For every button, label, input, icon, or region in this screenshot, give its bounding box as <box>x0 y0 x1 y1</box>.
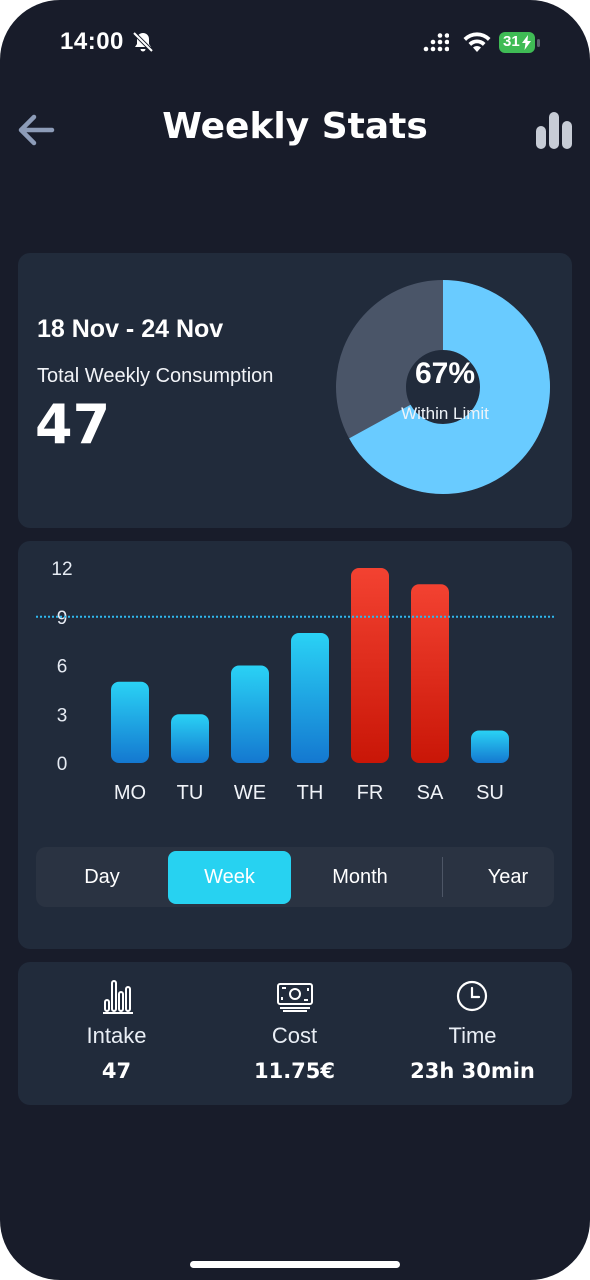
summary-card: 18 Nov - 24 Nov Total Weekly Consumption… <box>18 253 572 528</box>
metric-time: Time 23h 30min <box>380 962 565 1105</box>
period-year[interactable]: Year <box>446 851 570 904</box>
home-indicator[interactable] <box>190 1261 400 1268</box>
bell-muted-icon <box>132 31 154 53</box>
bar-mo[interactable] <box>111 681 149 763</box>
bar-chart-icon <box>103 980 133 1014</box>
period-month[interactable]: Month <box>295 851 425 904</box>
total-consumption: 47 <box>35 393 111 456</box>
bar-fr[interactable] <box>351 568 389 763</box>
period-day[interactable]: Day <box>40 851 164 904</box>
x-tick-label: TU <box>177 782 204 804</box>
donut-label: Within Limit <box>401 404 489 423</box>
wifi-icon <box>463 32 491 52</box>
x-tick-label: FR <box>357 782 384 804</box>
metric-cost-value: 11.75€ <box>253 1059 336 1083</box>
bar-th[interactable] <box>291 633 329 763</box>
x-tick-label: SA <box>417 782 444 804</box>
metric-cost-label: Cost <box>271 1023 318 1048</box>
metric-intake: Intake 47 <box>24 962 209 1105</box>
charging-bolt-icon <box>522 35 531 50</box>
signal-icon <box>423 33 449 52</box>
metric-time-label: Time <box>448 1023 497 1048</box>
donut-percent: 67% <box>414 357 476 390</box>
x-tick-label: TH <box>297 782 324 804</box>
stats-icon[interactable] <box>535 110 573 150</box>
date-range: 18 Nov - 24 Nov <box>37 315 224 343</box>
metric-intake-label: Intake <box>86 1023 147 1048</box>
bar-we[interactable] <box>231 665 269 764</box>
y-tick-label: 3 <box>57 705 68 726</box>
metrics-card: Intake 47 Cost 11.75€ Time 23h 30min <box>18 962 572 1105</box>
segment-divider <box>442 857 443 897</box>
phone-screen: 14:00 31 Weekly Stats 18 Nov - 24 Nov To… <box>0 0 590 1280</box>
bar-su[interactable] <box>471 730 509 764</box>
metric-intake-value: 47 <box>101 1059 132 1083</box>
money-icon <box>277 983 313 1012</box>
x-tick-label: WE <box>234 782 266 804</box>
bar-sa[interactable] <box>411 584 449 763</box>
y-tick-label: 12 <box>51 559 72 580</box>
x-tick-label: MO <box>114 782 146 804</box>
y-tick-label: 9 <box>57 608 68 629</box>
clock-icon <box>456 980 488 1012</box>
summary-subtitle: Total Weekly Consumption <box>37 365 274 387</box>
status-time: 14:00 <box>60 28 124 55</box>
period-week[interactable]: Week <box>168 851 291 904</box>
metric-time-value: 23h 30min <box>410 1059 535 1083</box>
y-tick-label: 0 <box>57 754 68 775</box>
period-selector: Day Week Month Year <box>36 847 554 907</box>
page-title: Weekly Stats <box>162 106 428 147</box>
bar-tu[interactable] <box>171 714 209 763</box>
status-bar: 14:00 31 <box>0 0 590 90</box>
consumption-chart-card: 12 9 6 3 0 MO TU WE TH FR SA SU Day Week Month Year <box>18 541 572 949</box>
x-tick-label: SU <box>476 782 504 804</box>
y-tick-label: 6 <box>57 657 68 678</box>
metric-cost: Cost 11.75€ <box>202 962 387 1105</box>
battery-level: 31 <box>503 33 520 50</box>
battery-indicator: 31 <box>499 32 541 54</box>
weekly-bar-chart: 12 9 6 3 0 MO TU WE TH FR SA SU <box>36 559 554 804</box>
